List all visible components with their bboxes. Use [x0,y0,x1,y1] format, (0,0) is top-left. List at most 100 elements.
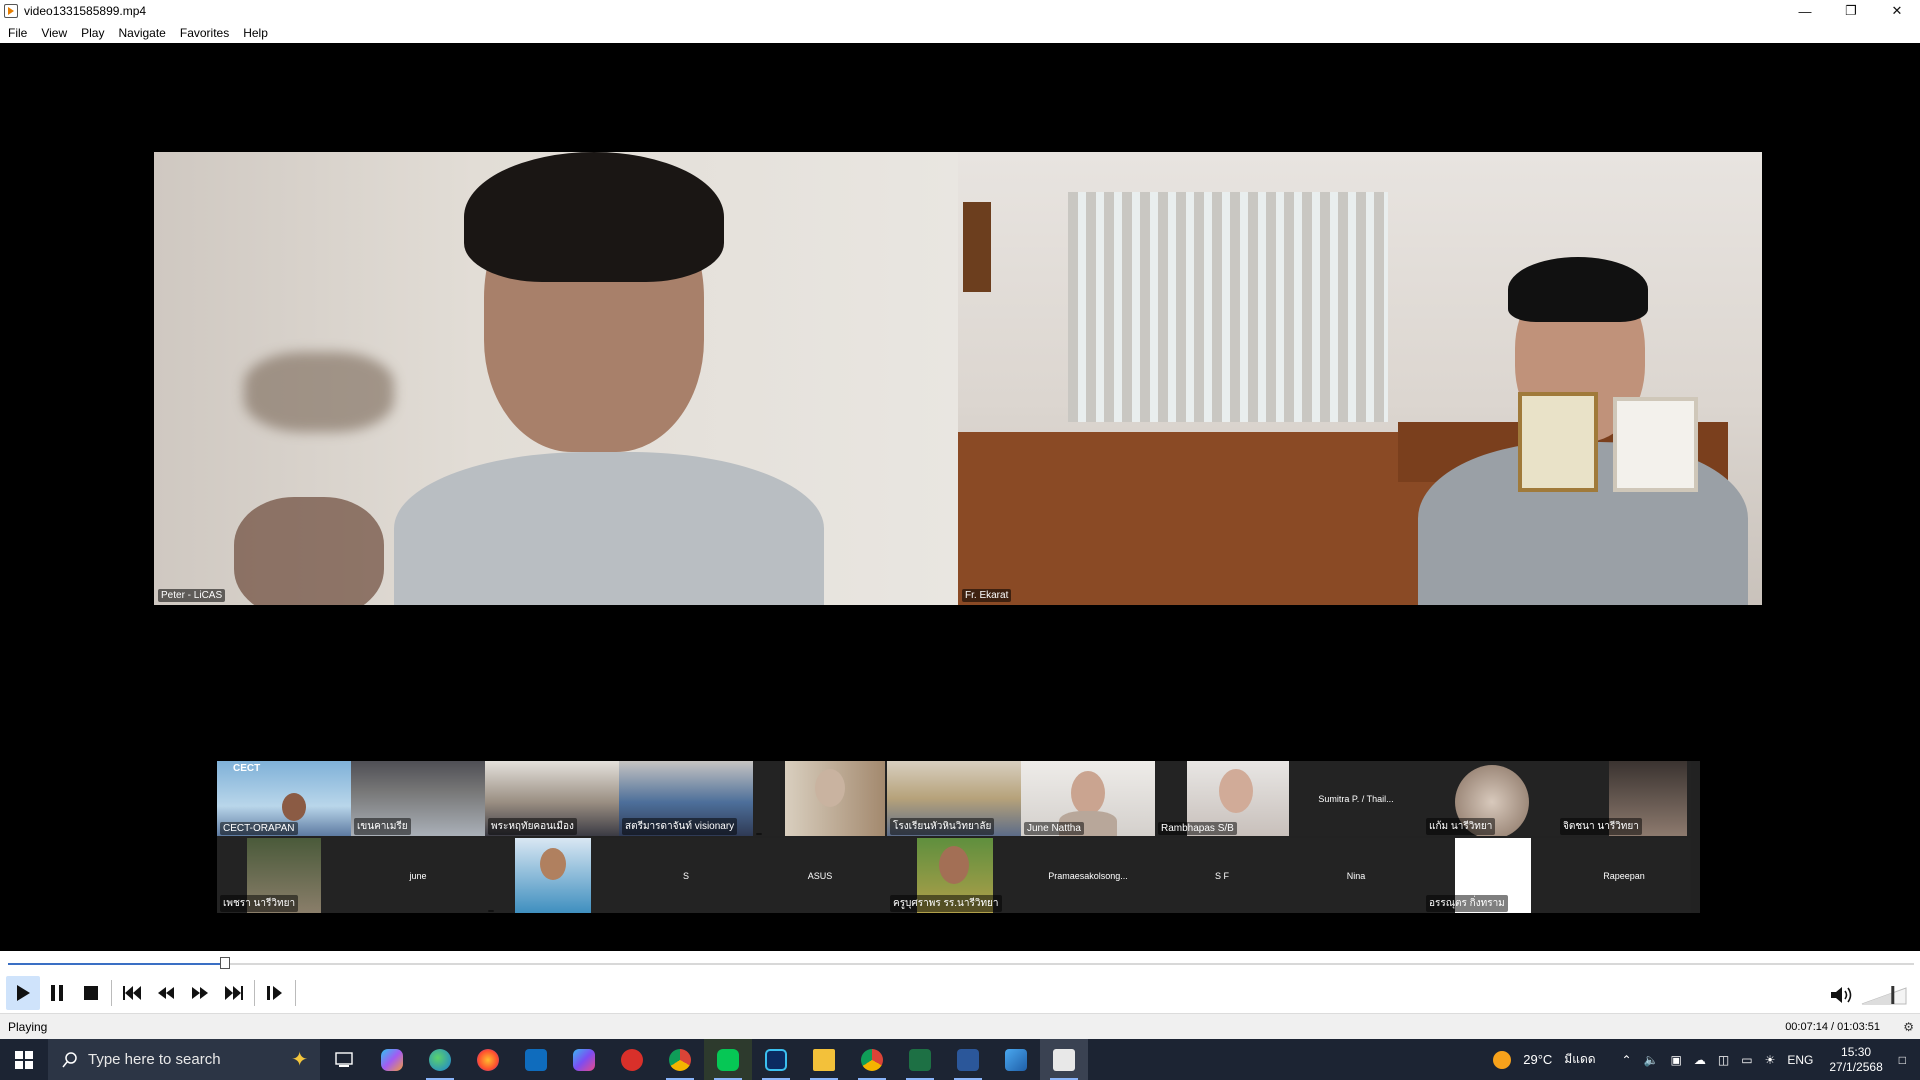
participant-tile[interactable]: จิตชนา นารีวิทยา [1557,761,1691,836]
volume-handle[interactable] [1891,986,1895,1004]
m365-app[interactable] [560,1039,608,1080]
chrome-icon [669,1048,691,1071]
taskbar: Type here to search ✦ 29°C มีแดด ⌃ 🔈 ▣ ☁… [0,1039,1920,1080]
m365-icon [573,1048,595,1071]
stop-icon [84,986,98,1000]
participant-tile[interactable]: สตรีมารดาจันท์ visionary [619,761,753,836]
participant-tile[interactable]: S F [1155,838,1289,913]
media-player-icon [1053,1048,1075,1071]
security-icon[interactable]: ◫ [1718,1053,1729,1067]
chrome-icon [861,1048,883,1071]
participant-tile[interactable]: Pramaesakolsong... [1021,838,1155,913]
language-indicator[interactable]: ENG [1787,1053,1813,1067]
participant-tile[interactable] [485,838,619,913]
participant-tile[interactable]: ครูบุศราพร รร.นารีวิทยา [887,838,1021,913]
recorder-icon [621,1048,643,1071]
speaker-tile-right: Fr. Ekarat [958,152,1762,605]
rewind-button[interactable] [149,976,183,1010]
participant-name: Sumitra P. / Thail... [1318,793,1394,804]
participant-tile[interactable]: Nina [1289,838,1423,913]
menu-file[interactable]: File [8,26,27,40]
outlook-icon [525,1048,547,1071]
frame-step-button[interactable] [258,976,292,1010]
pause-icon [51,985,63,1001]
line-app[interactable] [704,1039,752,1080]
stop-button[interactable] [74,976,108,1010]
pause-button[interactable] [40,976,74,1010]
participant-name: พระหฤทัยคอนเมือง [488,818,577,835]
clock-time: 15:30 [1841,1044,1872,1059]
participant-tile[interactable]: Rambhapas S/B [1155,761,1289,836]
menu-favorites[interactable]: Favorites [180,26,229,40]
chevron-up-icon[interactable]: ⌃ [1622,1053,1632,1067]
participant-tile[interactable]: Sumitra P. / Thail... [1289,761,1423,836]
edge-app[interactable] [416,1039,464,1080]
outlook-app[interactable] [512,1039,560,1080]
notification-icon[interactable]: □ [1899,1053,1906,1067]
sparkle-icon: ✦ [291,1049,308,1071]
settings-icon[interactable]: ⚙ [1903,1020,1914,1034]
taskbar-search[interactable]: Type here to search ✦ [48,1039,320,1080]
menu-view[interactable]: View [41,26,67,40]
word-app[interactable] [944,1039,992,1080]
weather-temp[interactable]: 29°C [1523,1052,1552,1067]
restore-button[interactable]: ❐ [1828,0,1874,22]
participant-tile[interactable]: เพชรา นารีวิทยา [217,838,351,913]
chrome-app-2[interactable] [848,1039,896,1080]
menu-navigate[interactable]: Navigate [118,26,165,40]
excel-icon [909,1048,931,1071]
file-explorer-app[interactable] [800,1039,848,1080]
participant-name: june [409,870,427,881]
clock[interactable]: 15:30 27/1/2568 [1829,1045,1882,1075]
participant-tile[interactable]: Rapeepan [1557,838,1691,913]
participant-tile[interactable]: เขนคาเมรีย [351,761,485,836]
participant-tile[interactable]: แก้ม นารีวิทยา [1423,761,1557,836]
participant-tile[interactable]: June Nattha [1021,761,1155,836]
participant-tile[interactable] [753,761,887,836]
weather-desc[interactable]: มีแดด [1564,1050,1595,1069]
menu-play[interactable]: Play [81,26,104,40]
play-button[interactable] [6,976,40,1010]
media-player-app[interactable] [1040,1039,1088,1080]
excel-app[interactable] [896,1039,944,1080]
start-button[interactable] [0,1039,48,1080]
menu-help[interactable]: Help [243,26,268,40]
defender-icon[interactable]: ☀ [1765,1053,1776,1067]
copilot-app[interactable] [368,1039,416,1080]
participant-tile[interactable]: CECT CECT-ORAPAN [217,761,351,836]
divider [111,980,112,1006]
meet-icon[interactable]: ▣ [1671,1053,1682,1067]
seek-track[interactable] [8,963,1914,965]
video-frame[interactable]: Peter - LiCAS Fr. Ekarat CECT CECT-ORAPA… [0,43,1920,951]
photos-app[interactable] [992,1039,1040,1080]
volume-tray-icon[interactable]: 🔈 [1644,1053,1659,1067]
participant-tile[interactable]: อรรณุตร กิ่งทราม [1423,838,1557,913]
minimize-button[interactable]: — [1782,0,1828,22]
fast-forward-button[interactable] [183,976,217,1010]
participant-tile[interactable]: พระหฤทัยคอนเมือง [485,761,619,836]
chrome-app[interactable] [656,1039,704,1080]
participant-tile[interactable]: S [619,838,753,913]
seek-handle[interactable] [220,957,231,969]
mute-button[interactable] [1826,978,1860,1012]
volume-slider[interactable] [1860,982,1910,1008]
previous-button[interactable] [115,976,149,1010]
network-icon[interactable]: ▭ [1741,1053,1752,1067]
participant-name: June Nattha [1024,822,1084,835]
next-button[interactable] [217,976,251,1010]
divider [295,980,296,1006]
onedrive-icon[interactable]: ☁ [1694,1053,1706,1067]
close-button[interactable]: ✕ [1874,0,1920,22]
webex-app[interactable] [752,1039,800,1080]
participant-name: จิตชนา นารีวิทยา [1560,818,1642,835]
seek-bar[interactable] [0,951,1920,973]
participant-name: S [682,870,689,881]
app-icon [4,4,18,18]
task-view-button[interactable] [320,1039,368,1080]
playback-controls [0,973,1920,1013]
recorder-app[interactable] [608,1039,656,1080]
firefox-app[interactable] [464,1039,512,1080]
participant-tile[interactable]: โรงเรียนหัวหินวิทยาลัย [887,761,1021,836]
participant-tile[interactable]: ASUS [753,838,887,913]
participant-tile[interactable]: june [351,838,485,913]
